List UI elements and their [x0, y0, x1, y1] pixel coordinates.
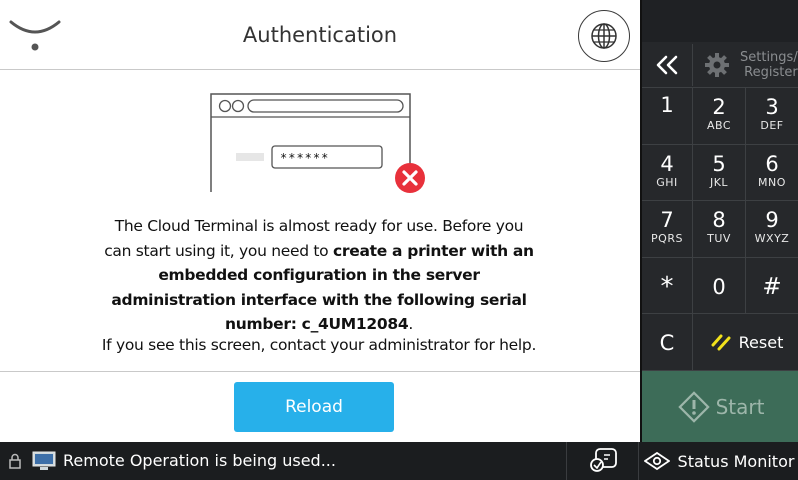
key-5[interactable]: 5 JKL — [694, 145, 744, 201]
key-digit: 4 — [660, 152, 674, 176]
key-digit: # — [762, 274, 782, 300]
key-hash[interactable]: # — [747, 258, 797, 314]
clear-label: C — [659, 331, 675, 355]
double-chevron-left-icon — [656, 55, 678, 75]
key-asterisk[interactable]: * — [642, 258, 692, 314]
status-monitor-icon — [643, 451, 670, 471]
key-9[interactable]: 9 WXYZ — [747, 201, 797, 257]
browser-window-illustration — [210, 93, 425, 193]
key-0[interactable]: 0 — [694, 258, 744, 314]
help-message: If you see this screen, contact your adm… — [101, 336, 537, 354]
divider — [0, 371, 640, 372]
message-part3: . — [408, 315, 413, 333]
key-letters: GHI — [656, 176, 678, 189]
key-digit: 2 — [712, 95, 726, 119]
key-1[interactable]: 1 — [642, 88, 692, 144]
collapse-button[interactable] — [642, 44, 692, 86]
login-illustration: ****** — [206, 90, 436, 200]
clear-button[interactable]: C — [642, 314, 692, 370]
language-button[interactable] — [578, 10, 630, 62]
key-digit: 3 — [765, 95, 779, 119]
key-digit: 8 — [712, 208, 726, 232]
key-digit: * — [660, 272, 674, 302]
device-connection-icon[interactable] — [588, 448, 618, 474]
divider — [745, 88, 746, 314]
reset-icon — [711, 334, 731, 351]
lock-icon — [9, 453, 21, 469]
start-label: Start — [715, 394, 765, 419]
divider — [566, 442, 567, 480]
key-digit: 7 — [660, 208, 674, 232]
main-panel: Authentication ****** The Cloud Terminal… — [0, 0, 640, 442]
settings-register-button[interactable]: Settings/ Register — [694, 44, 798, 86]
remote-monitor-icon — [32, 451, 56, 470]
key-letters: TUV — [707, 232, 731, 245]
key-2[interactable]: 2 ABC — [694, 88, 744, 144]
keypad-panel: Settings/ Register 1 2 ABC 3 DEF 4 GHI 5… — [640, 0, 798, 442]
divider — [638, 442, 639, 480]
key-4[interactable]: 4 GHI — [642, 145, 692, 201]
start-button[interactable]: Start — [642, 371, 798, 442]
key-digit: 9 — [765, 208, 779, 232]
status-monitor-label: Status Monitor — [677, 451, 795, 471]
header: Authentication — [0, 0, 640, 70]
chevron-down-icon[interactable] — [8, 14, 62, 54]
reload-button[interactable]: Reload — [234, 382, 394, 432]
settings-label: Settings/ Register — [740, 50, 798, 80]
key-letters: JKL — [709, 176, 729, 189]
status-monitor-button[interactable]: Status Monitor — [640, 442, 798, 480]
side-top-bar — [642, 0, 798, 42]
divider — [692, 88, 693, 370]
gear-icon — [705, 53, 729, 77]
key-7[interactable]: 7 PQRS — [642, 201, 692, 257]
key-digit: 0 — [712, 275, 726, 299]
divider — [692, 44, 693, 86]
key-digit: 6 — [765, 152, 779, 176]
key-6[interactable]: 6 MNO — [747, 145, 797, 201]
page-title: Authentication — [242, 23, 398, 47]
key-letters: ABC — [706, 119, 732, 132]
settings-label-line2: Register — [744, 65, 798, 80]
key-letters: PQRS — [651, 232, 683, 245]
start-diamond-icon — [677, 390, 710, 423]
status-bar: Remote Operation is being used... Status… — [0, 442, 798, 480]
setup-message: The Cloud Terminal is almost ready for u… — [100, 214, 538, 337]
key-digit: 5 — [712, 152, 726, 176]
key-letters: DEF — [760, 119, 784, 132]
reset-label: Reset — [738, 332, 784, 352]
key-letters: MNO — [758, 176, 786, 189]
globe-icon — [591, 23, 617, 49]
key-8[interactable]: 8 TUV — [694, 201, 744, 257]
key-3[interactable]: 3 DEF — [747, 88, 797, 144]
remote-operation-text: Remote Operation is being used... — [63, 451, 336, 470]
key-letters: WXYZ — [754, 232, 790, 245]
reset-button[interactable]: Reset — [694, 314, 798, 370]
settings-label-line1: Settings/ — [740, 50, 798, 65]
key-digit: 1 — [660, 93, 674, 117]
password-mask-text: ****** — [280, 151, 330, 165]
